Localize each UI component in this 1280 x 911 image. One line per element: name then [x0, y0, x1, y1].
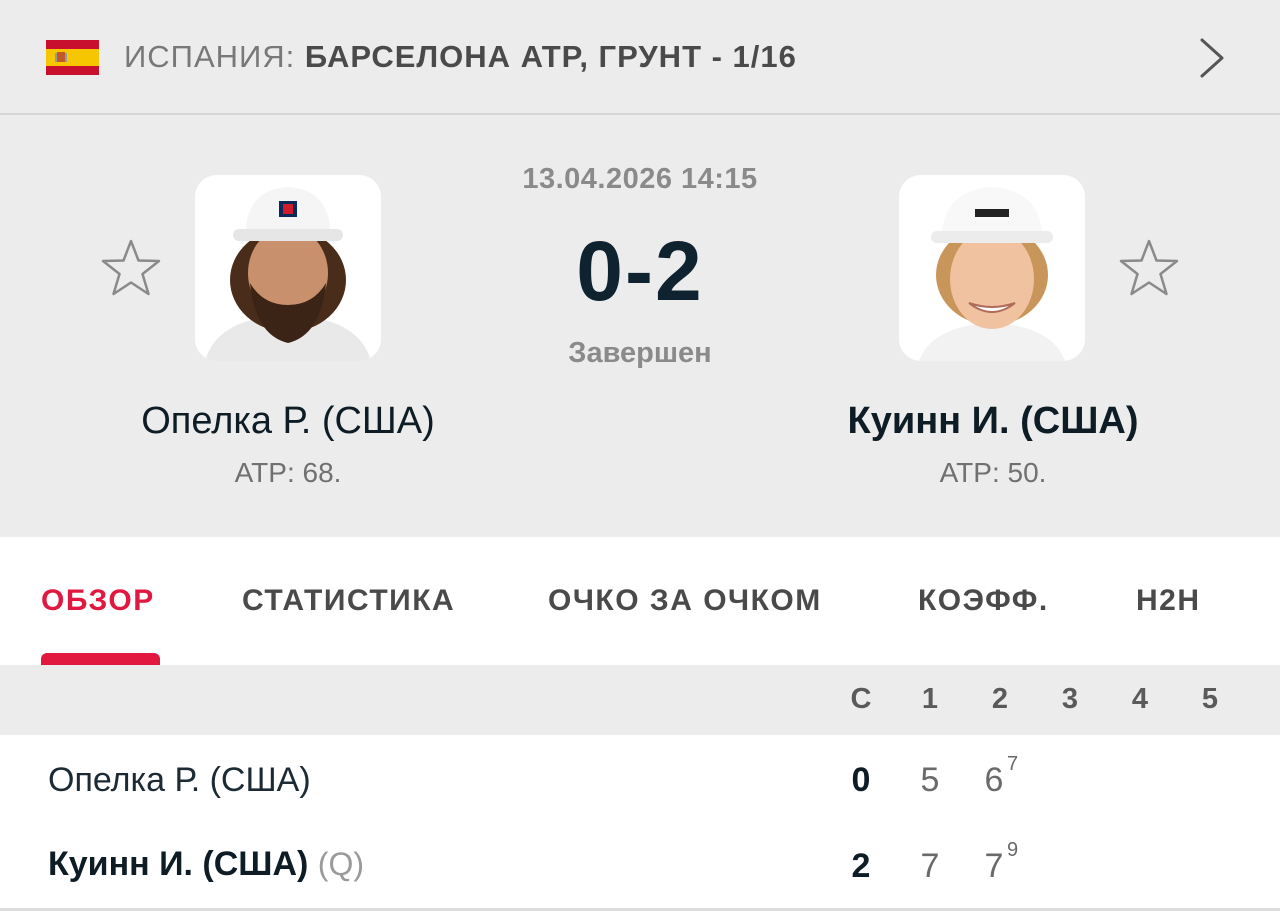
tournament-country: ИСПАНИЯ: — [124, 39, 296, 74]
row-set2-tiebreak-home: 7 — [1007, 753, 1019, 775]
row-set1-home: 5 — [920, 761, 940, 799]
player-name-away[interactable]: Куинн И. (США) — [733, 399, 1253, 443]
tab-overview[interactable]: ОБЗОР — [41, 584, 155, 618]
chevron-right-icon[interactable] — [1190, 30, 1230, 86]
match-tabs: ОБЗОР СТАТИСТИКА ОЧКО ЗА ОЧКОМ КОЭФФ. H2… — [0, 537, 1280, 665]
row-sets-won-home: 0 — [851, 761, 871, 799]
row-set2-tiebreak-away: 9 — [1007, 839, 1019, 861]
tab-odds[interactable]: КОЭФФ. — [918, 584, 1049, 618]
tournament-title[interactable]: ИСПАНИЯ: БАРСЕЛОНА ATP, ГРУНТ - 1/16 — [124, 38, 797, 76]
match-status: Завершен — [568, 337, 712, 369]
column-header-set-1: 1 — [921, 683, 939, 715]
row-set1-away: 7 — [920, 847, 940, 885]
tab-h2h[interactable]: H2H — [1136, 584, 1201, 618]
player-rank-home: ATP: 68. — [234, 457, 342, 488]
favorite-star-icon-home[interactable] — [100, 237, 162, 299]
player-name-home[interactable]: Опелка Р. (США) — [28, 399, 548, 443]
active-tab-indicator — [41, 653, 160, 665]
column-header-set-3: 3 — [1061, 683, 1079, 715]
player-photo-away[interactable] — [899, 175, 1085, 361]
match-date: 13.04.2026 14:15 — [522, 163, 758, 195]
qualifier-badge: (Q) — [317, 846, 364, 882]
player-rank-away: ATP: 50. — [939, 457, 1047, 488]
match-header: 13.04.2026 14:15 0-2 Завершен Опелка Р. … — [0, 115, 1280, 537]
column-header-set-5: 5 — [1201, 683, 1219, 715]
player-photo-home[interactable] — [195, 175, 381, 361]
row-player-name-home[interactable]: Опелка Р. (США) — [48, 761, 311, 800]
column-header-set-4: 4 — [1131, 683, 1149, 715]
column-header-set-2: 2 — [991, 683, 1009, 715]
tab-statistics[interactable]: СТАТИСТИКА — [242, 584, 455, 618]
match-score: 0-2 — [576, 224, 704, 318]
row-sets-won-away: 2 — [851, 847, 871, 885]
tournament-header[interactable]: ИСПАНИЯ: БАРСЕЛОНА ATP, ГРУНТ - 1/16 — [0, 0, 1280, 115]
tab-point-by-point[interactable]: ОЧКО ЗА ОЧКОМ — [548, 584, 822, 618]
player-avatar-home — [205, 187, 371, 361]
scoreboard-header: С 1 2 3 4 5 — [0, 665, 1280, 735]
column-header-sets: С — [850, 683, 872, 715]
scoreboard-body: Опелка Р. (США) 0 5 6 7 Куинн И. (США) (… — [0, 735, 1280, 911]
favorite-star-icon-away[interactable] — [1118, 237, 1180, 299]
row-player-away[interactable]: Куинн И. (США) (Q) — [48, 845, 364, 884]
row-player-name-away: Куинн И. (США) — [48, 845, 309, 883]
tournament-name: БАРСЕЛОНА ATP, ГРУНТ - 1/16 — [304, 39, 797, 74]
spain-flag-icon — [46, 40, 99, 75]
player-avatar-away — [919, 187, 1065, 361]
